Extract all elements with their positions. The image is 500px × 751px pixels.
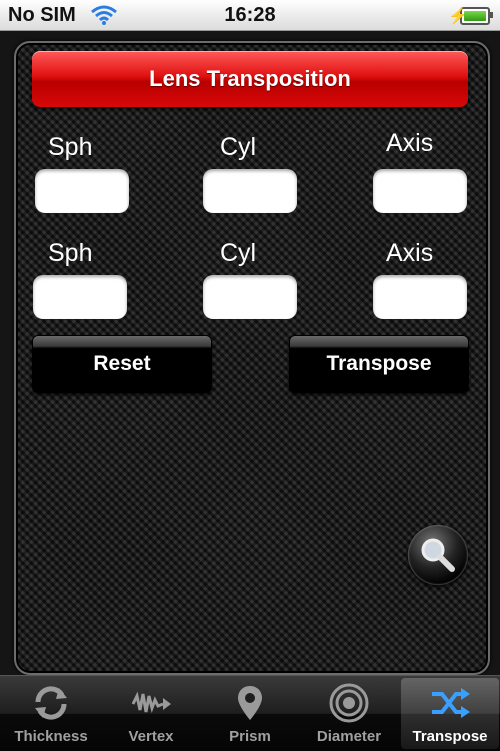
tab-label-transpose: Transpose (412, 728, 488, 745)
tab-label-prism: Prism (229, 728, 271, 745)
tab-transpose[interactable]: Transpose (401, 678, 499, 749)
axis-input-1[interactable] (373, 169, 467, 213)
reset-button[interactable]: Reset (32, 335, 212, 393)
cyl-label-1: Cyl (220, 133, 257, 161)
pin-icon (238, 686, 262, 720)
tab-label-thickness: Thickness (14, 728, 88, 745)
battery-charging-icon: ⚡ (448, 7, 493, 25)
refresh-icon (35, 686, 67, 720)
tab-prism[interactable]: Prism (201, 678, 299, 749)
shuffle-icon (432, 688, 470, 718)
tab-bar: Thickness Vertex Prism Diameter Transpos… (0, 675, 500, 751)
cyl-input-1[interactable] (203, 169, 297, 213)
axis-label-1: Axis (386, 129, 434, 157)
sph-label-2: Sph (48, 239, 93, 267)
axis-label-2: Axis (386, 239, 434, 267)
cyl-input-2[interactable] (203, 275, 297, 319)
tab-label-diameter: Diameter (316, 728, 382, 745)
carbon-panel: Lens Transposition Sph Cyl Axis Sph Cyl … (14, 41, 490, 675)
wave-icon (131, 691, 171, 714)
target-icon (329, 683, 369, 723)
sph-input-1[interactable] (35, 169, 129, 213)
magnifier-icon (421, 538, 455, 572)
cyl-label-2: Cyl (220, 239, 257, 267)
axis-input-2[interactable] (373, 275, 467, 319)
sph-label-1: Sph (48, 133, 93, 161)
main-frame: Lens Transposition Sph Cyl Axis Sph Cyl … (0, 31, 500, 675)
sph-input-2[interactable] (33, 275, 127, 319)
tab-label-vertex: Vertex (128, 728, 174, 745)
page-title: Lens Transposition (32, 51, 468, 107)
tab-vertex[interactable]: Vertex (102, 678, 200, 749)
tab-diameter[interactable]: Diameter (300, 678, 398, 749)
tab-thickness[interactable]: Thickness (2, 678, 100, 749)
transpose-button[interactable]: Transpose (289, 335, 469, 393)
magnifier-button[interactable] (408, 525, 468, 585)
clock: 16:28 (224, 4, 276, 26)
status-bar: No SIM 16:28 ⚡ (0, 0, 500, 31)
